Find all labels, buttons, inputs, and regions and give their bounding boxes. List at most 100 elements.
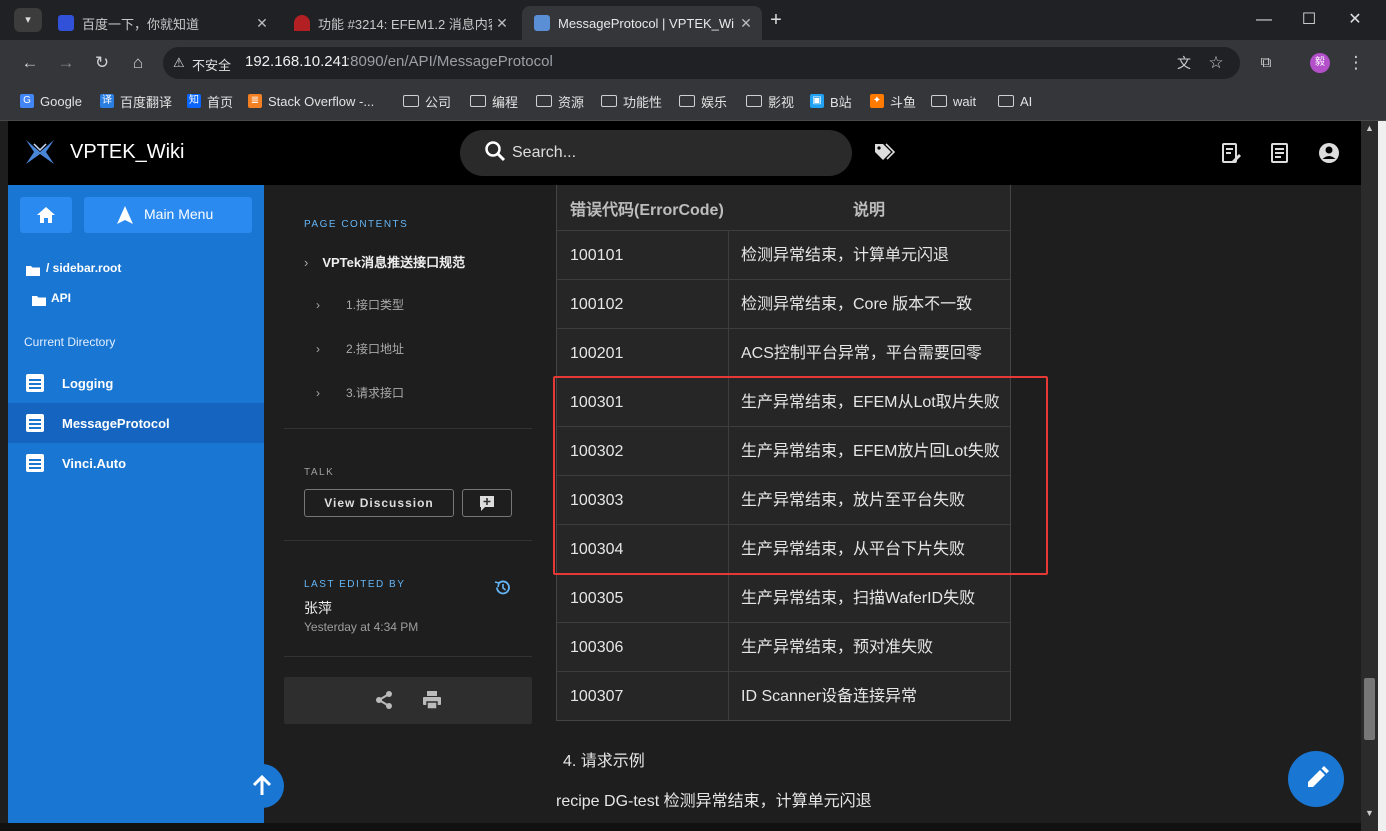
toc-item-label: VPTek消息推送接口规范 xyxy=(322,255,466,270)
page-contents-label: PAGE CONTENTS xyxy=(304,219,409,230)
last-edited-author[interactable]: 张萍 xyxy=(304,598,332,618)
profile-avatar[interactable]: 毅 xyxy=(1310,53,1330,73)
scrollbar-thumb[interactable] xyxy=(1364,678,1375,740)
browser-tab-baidu[interactable]: 百度一下，你就知道 ✕ xyxy=(46,6,278,40)
breadcrumb-root[interactable]: / sidebar.root xyxy=(46,261,121,275)
toc-item[interactable]: › 1.接口类型 xyxy=(316,296,404,313)
sidebar-item-vinci-auto[interactable]: Vinci.Auto xyxy=(8,443,264,483)
description-cell: 检测异常结束，计算单元闪退 xyxy=(741,247,950,264)
account-icon[interactable] xyxy=(1318,142,1340,169)
bookmark-folder-7[interactable]: 功能性 xyxy=(601,92,662,110)
bookmark-folder-5[interactable]: 编程 xyxy=(470,92,518,110)
bookmark-stack-overflow[interactable]: ≣ Stack Overflow -... xyxy=(248,92,374,110)
tab-close-icon[interactable]: ✕ xyxy=(736,15,756,32)
history-icon[interactable] xyxy=(494,579,511,601)
bookmark-star-icon[interactable]: ☆ xyxy=(1202,50,1230,76)
main-menu-button[interactable]: Main Menu xyxy=(84,197,252,233)
reload-icon[interactable]: ↻ xyxy=(88,50,116,76)
home-button[interactable] xyxy=(20,197,72,233)
tags-icon[interactable] xyxy=(873,142,896,167)
bookmark-bilibili[interactable]: ▣ B站 xyxy=(810,92,852,110)
baidu-translate-icon: 译 xyxy=(100,94,114,108)
security-label[interactable]: 不安全 xyxy=(192,55,231,74)
maximize-button[interactable]: ☐ xyxy=(1294,8,1324,32)
scroll-to-top-button[interactable] xyxy=(240,764,284,808)
scroll-down-arrow-icon[interactable]: ▼ xyxy=(1365,808,1374,818)
back-icon[interactable]: ← xyxy=(16,50,44,76)
edit-page-icon[interactable] xyxy=(1220,142,1242,169)
wiki-logo-icon[interactable] xyxy=(24,138,56,166)
url-path[interactable]: :8090/en/API/MessageProtocol xyxy=(346,53,553,70)
share-icon[interactable] xyxy=(374,690,394,715)
bookmark-folder-12[interactable]: wait xyxy=(931,92,976,110)
edit-page-fab[interactable] xyxy=(1288,751,1344,807)
error-code-cell: 100306 xyxy=(557,623,729,672)
table-row: 100305 生产异常结束，扫描WaferID失败 xyxy=(557,573,1010,623)
bookmark-zhihu-home[interactable]: 知首页 xyxy=(187,92,233,110)
stack-overflow-icon: ≣ xyxy=(248,94,262,108)
security-warning-icon[interactable]: ⚠ xyxy=(173,55,185,71)
extensions-icon[interactable]: ⧉ xyxy=(1252,50,1280,76)
last-edited-label: LAST EDITED BY xyxy=(304,579,406,590)
bookmark-folder-8[interactable]: 娱乐 xyxy=(679,92,727,110)
forward-icon[interactable]: → xyxy=(52,50,80,76)
sidebar-item-messageprotocol[interactable]: MessageProtocol xyxy=(8,403,264,443)
new-tab-button[interactable]: + xyxy=(764,8,788,32)
background-taskbar-strip xyxy=(0,823,1361,831)
page-actions-icon[interactable] xyxy=(1269,142,1291,169)
description-cell: ACS控制平台异常，平台需要回零 xyxy=(741,345,982,362)
bookmark-folder-13[interactable]: AI xyxy=(998,92,1032,110)
table-row: 100101 检测异常结束，计算单元闪退 xyxy=(557,230,1010,280)
window-close-button[interactable]: ✕ xyxy=(1340,8,1370,32)
column-header-description: 说明 xyxy=(853,202,886,219)
site-title[interactable]: VPTEK_Wiki xyxy=(70,141,184,164)
bookmark-folder-9[interactable]: 影视 xyxy=(746,92,794,110)
bookmark-label: AI xyxy=(1020,93,1033,109)
view-discussion-button[interactable]: View Discussion xyxy=(304,489,454,517)
url-host[interactable]: 192.168.10.241 xyxy=(245,53,349,70)
document-icon xyxy=(26,454,44,472)
scroll-up-arrow-icon[interactable]: ▲ xyxy=(1365,123,1374,133)
search-input[interactable]: Search... xyxy=(512,144,576,162)
browser-tab-wiki[interactable]: MessageProtocol | VPTEK_Wi ✕ xyxy=(522,6,762,40)
folder-icon xyxy=(403,95,419,107)
background-window-edge xyxy=(1378,121,1386,831)
folder-icon xyxy=(931,95,947,107)
toc-item[interactable]: › VPTek消息推送接口规范 xyxy=(304,252,465,271)
tab-close-icon[interactable]: ✕ xyxy=(252,15,272,32)
tab-list-dropdown-button[interactable]: ▾ xyxy=(14,8,42,32)
redmine-favicon-icon xyxy=(294,15,310,31)
sidebar-item-logging[interactable]: Logging xyxy=(8,363,264,403)
toc-item[interactable]: › 3.请求接口 xyxy=(316,384,404,401)
bookmark-baidu-translate[interactable]: 译百度翻译 xyxy=(100,92,172,110)
breadcrumb-folder[interactable]: API xyxy=(51,291,71,305)
highlight-box xyxy=(553,376,1048,575)
table-row: 100201 ACS控制平台异常，平台需要回零 xyxy=(557,328,1010,378)
translate-icon[interactable]: 文 xyxy=(1170,50,1198,76)
error-code-cell: 100305 xyxy=(557,574,729,623)
sidebar-item-label: MessageProtocol xyxy=(62,415,170,431)
description-cell: ID Scanner设备连接异常 xyxy=(741,688,918,705)
sidebar-item-label: Vinci.Auto xyxy=(62,455,127,471)
sidebar-item-label: Logging xyxy=(62,375,114,391)
bookmark-google[interactable]: G Google xyxy=(20,92,82,110)
browser-menu-icon[interactable]: ⋮ xyxy=(1342,50,1370,76)
print-icon[interactable] xyxy=(422,690,442,715)
tab-close-icon[interactable]: ✕ xyxy=(492,15,512,32)
toc-item-label: 3.请求接口 xyxy=(346,386,405,400)
bookmark-douyu[interactable]: ✦ 斗鱼 xyxy=(870,92,916,110)
home-icon[interactable]: ⌂ xyxy=(124,50,152,76)
wiki-favicon-icon xyxy=(534,15,550,31)
bookmark-label: wait xyxy=(953,93,977,109)
bookmark-folder-6[interactable]: 资源 xyxy=(536,92,584,110)
zhihu-home-icon: 知 xyxy=(187,94,201,108)
minimize-button[interactable]: — xyxy=(1249,8,1279,32)
folder-icon xyxy=(26,263,40,281)
bookmark-folder-4[interactable]: 公司 xyxy=(403,92,451,110)
toc-item[interactable]: › 2.接口地址 xyxy=(316,340,404,357)
browser-tab-redmine[interactable]: 功能 #3214: EFEM1.2 消息内容 ✕ xyxy=(282,6,518,40)
column-header-errorcode: 错误代码(ErrorCode) xyxy=(570,202,724,219)
bilibili-icon: ▣ xyxy=(810,94,824,108)
search-icon xyxy=(484,140,506,167)
new-comment-button[interactable] xyxy=(462,489,512,517)
